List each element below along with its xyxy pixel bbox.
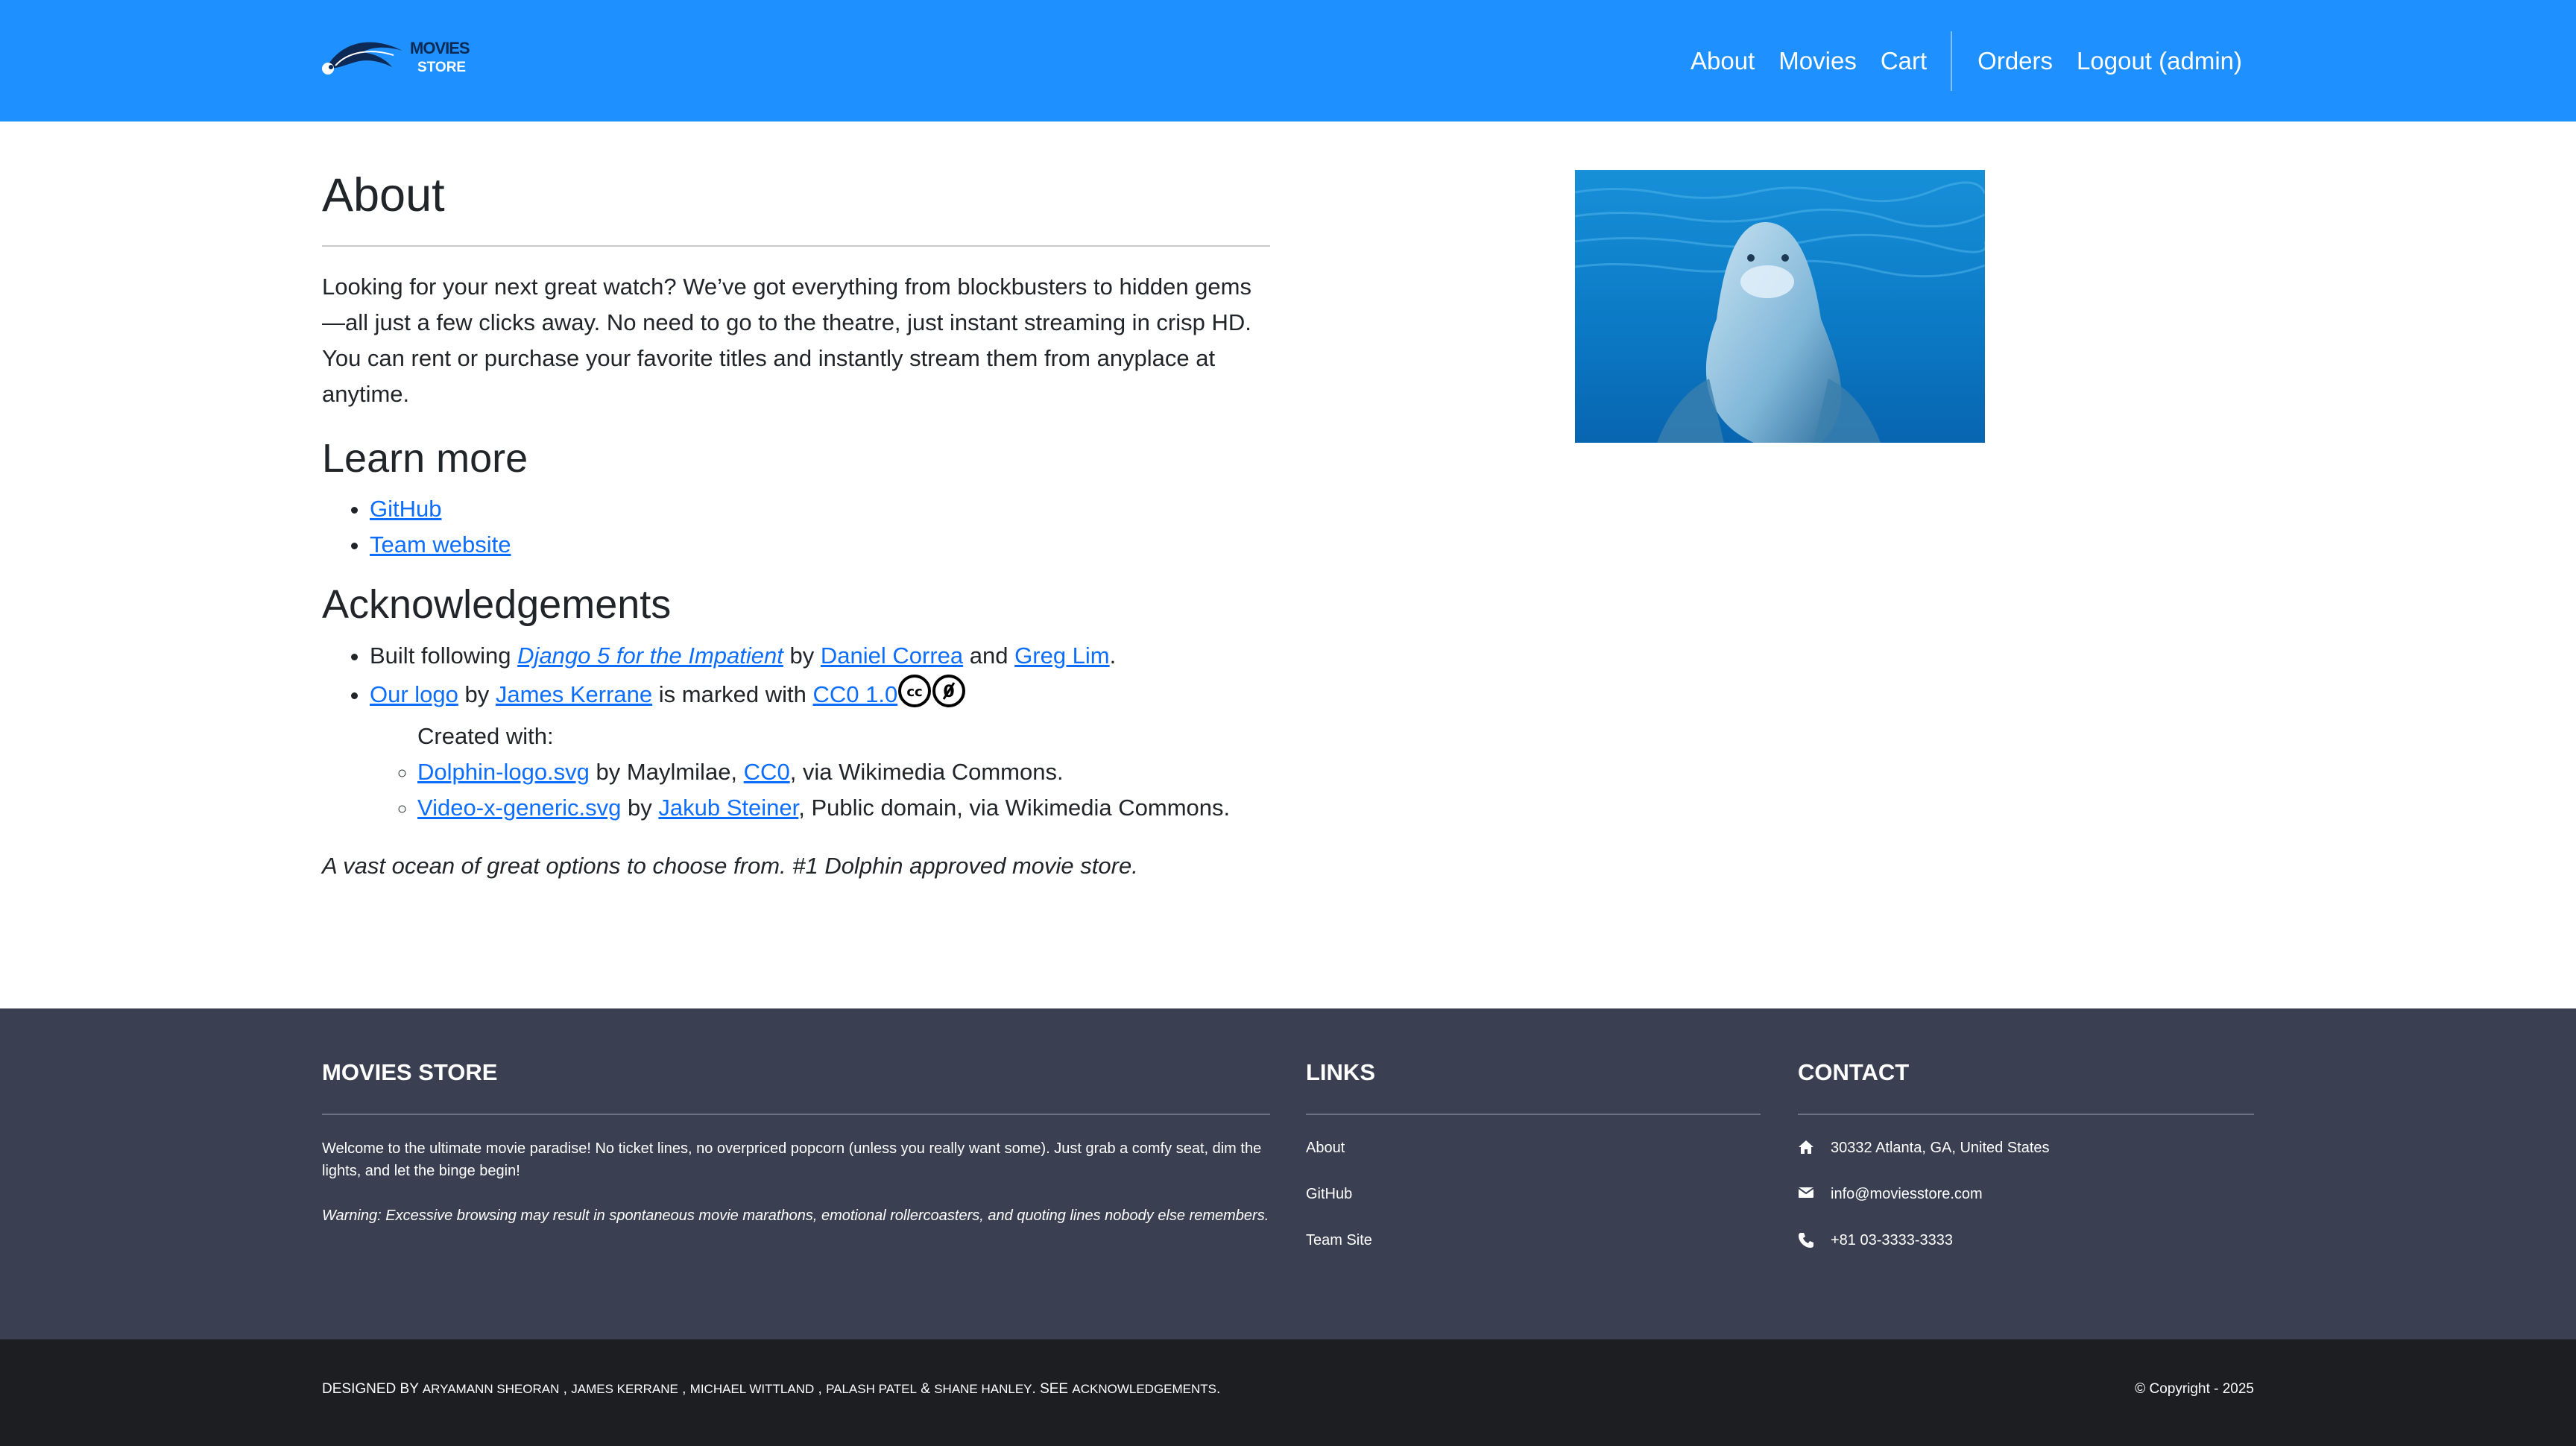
page-title: About xyxy=(322,168,1270,247)
our-logo-link[interactable]: Our logo xyxy=(370,681,458,707)
designer-name[interactable]: JAMES KERRANE xyxy=(571,1382,678,1396)
contact-address: 30332 Atlanta, GA, United States xyxy=(1798,1137,2254,1158)
copyright: © Copyright - 2025 xyxy=(2135,1381,2254,1397)
address-text: 30332 Atlanta, GA, United States xyxy=(1831,1140,2050,1156)
ampersand: & xyxy=(921,1381,930,1397)
list-item: Team website xyxy=(370,527,1270,563)
dolphin-logo-icon xyxy=(322,42,402,75)
nav-logout[interactable]: Logout (admin) xyxy=(2077,47,2242,75)
nav-cart[interactable]: Cart xyxy=(1881,47,1927,75)
footer-links-title: LINKS xyxy=(1306,1059,1761,1115)
cc0-link[interactable]: CC0 xyxy=(744,759,790,785)
footer-link-github[interactable]: GitHub xyxy=(1306,1184,1761,1205)
created-with-label: Created with: xyxy=(417,723,554,750)
by-text: by xyxy=(464,681,490,708)
footer-about-column: MOVIES STORE Welcome to the ultimate mov… xyxy=(322,1059,1270,1227)
team-website-link[interactable]: Team website xyxy=(370,531,511,558)
list-item: Our logo by James Kerrane is marked with… xyxy=(370,674,1270,826)
about-paragraph: Looking for your next great watch? We’ve… xyxy=(322,273,1251,407)
logo-text-movies: MOVIES xyxy=(410,39,470,57)
contact-email: info@moviesstore.com xyxy=(1798,1184,2254,1205)
svg-text:cc: cc xyxy=(907,684,923,700)
source1-by-text: by Maylmilae, xyxy=(596,759,738,786)
source1-suffix: , via Wikimedia Commons. xyxy=(789,759,1064,786)
list-item: Video-x-generic.svg by Jakub Steiner, Pu… xyxy=(417,790,1270,826)
footer: MOVIES STORE Welcome to the ultimate mov… xyxy=(0,1008,2576,1339)
built-prefix: Built following xyxy=(370,643,511,669)
designer-name[interactable]: ARYAMANN SHEORAN xyxy=(423,1382,560,1396)
cc-zero-icon: 0 xyxy=(932,674,966,719)
nav-movies[interactable]: Movies xyxy=(1778,47,1857,75)
separator: , xyxy=(818,1381,822,1397)
video-svg-link[interactable]: Video-x-generic.svg xyxy=(417,795,621,821)
cc-icon: cc xyxy=(897,674,932,719)
list-item: GitHub xyxy=(370,491,1270,527)
logo-author-link[interactable]: James Kerrane xyxy=(496,681,652,707)
footer-store-title: MOVIES STORE xyxy=(322,1059,1270,1115)
license-link[interactable]: CC0 1.0 xyxy=(812,681,897,707)
site-logo[interactable]: MOVIES STORE xyxy=(321,33,484,80)
see-text: . SEE xyxy=(1032,1381,1069,1397)
tagline: A vast ocean of great options to choose … xyxy=(322,853,1138,880)
designer-name[interactable]: PALASH PATEL xyxy=(826,1382,917,1396)
jakub-steiner-link[interactable]: Jakub Steiner xyxy=(658,795,798,821)
source2-by-text: by xyxy=(628,795,652,821)
designer-name[interactable]: SHANE HANLEY xyxy=(934,1382,1032,1396)
designed-by-label: DESIGNED BY xyxy=(322,1381,419,1397)
author-lim-link[interactable]: Greg Lim xyxy=(1014,643,1109,669)
separator: , xyxy=(563,1381,567,1397)
github-link[interactable]: GitHub xyxy=(370,496,441,522)
logo-text-store: STORE xyxy=(417,60,467,75)
designed-by: DESIGNED BY ARYAMANN SHEORAN , JAMES KER… xyxy=(322,1381,1220,1398)
nav-about[interactable]: About xyxy=(1690,47,1755,75)
navbar: MOVIES STORE About Movies Cart Orders Lo… xyxy=(0,0,2576,121)
marked-with-text: is marked with xyxy=(658,681,806,708)
about-content: About Looking for your next great watch?… xyxy=(322,168,1270,907)
book-link[interactable]: Django 5 for the Impatient xyxy=(517,643,783,669)
nav-orders[interactable]: Orders xyxy=(1977,47,2053,75)
home-icon xyxy=(1798,1140,1816,1156)
footer-links-column: LINKS About GitHub Team Site xyxy=(1306,1059,1761,1251)
acknowledgements-list: Built following Django 5 for the Impatie… xyxy=(322,638,1270,826)
dolphin-image xyxy=(1575,170,1985,443)
source2-suffix: , Public domain, via Wikimedia Commons. xyxy=(798,795,1231,821)
end-text: . xyxy=(1216,1381,1221,1397)
learn-more-list: GitHub Team website xyxy=(322,491,1270,563)
nav-divider xyxy=(1951,31,1953,91)
and-text: and xyxy=(969,643,1008,669)
separator: , xyxy=(682,1381,686,1397)
period-text: . xyxy=(1109,643,1117,669)
footer-warning-text: Warning: Excessive browsing may result i… xyxy=(322,1207,1269,1224)
acknowledgements-heading: Acknowledgements xyxy=(322,582,672,628)
phone-text[interactable]: +81 03-3333-3333 xyxy=(1831,1230,1953,1251)
learn-more-heading: Learn more xyxy=(322,435,528,481)
by-text: by xyxy=(789,643,815,669)
author-correa-link[interactable]: Daniel Correa xyxy=(821,643,963,669)
footer-contact-column: CONTACT 30332 Atlanta, GA, United States… xyxy=(1798,1059,2254,1251)
list-item: Built following Django 5 for the Impatie… xyxy=(370,638,1270,674)
email-text[interactable]: info@moviesstore.com xyxy=(1831,1184,1983,1205)
footer-link-team-site[interactable]: Team Site xyxy=(1306,1230,1761,1251)
contact-phone: +81 03-3333-3333 xyxy=(1798,1230,2254,1251)
list-item: Dolphin-logo.svg by Maylmilae, CC0, via … xyxy=(417,754,1270,790)
designer-name[interactable]: MICHAEL WITTLAND xyxy=(690,1382,815,1396)
footer-link-about[interactable]: About xyxy=(1306,1137,1761,1158)
phone-icon xyxy=(1798,1232,1816,1248)
sources-list: Dolphin-logo.svg by Maylmilae, CC0, via … xyxy=(370,754,1270,826)
footer-store-text: Welcome to the ultimate movie paradise! … xyxy=(322,1140,1262,1179)
bottom-bar: DESIGNED BY ARYAMANN SHEORAN , JAMES KER… xyxy=(0,1339,2576,1446)
acknowledgements-link[interactable]: ACKNOWLEDGEMENTS xyxy=(1072,1382,1216,1396)
footer-contact-title: CONTACT xyxy=(1798,1059,2254,1115)
main-nav: About Movies Cart Orders Logout (admin) xyxy=(1667,31,2242,91)
envelope-icon xyxy=(1798,1186,1816,1202)
dolphin-svg-link[interactable]: Dolphin-logo.svg xyxy=(417,759,590,785)
